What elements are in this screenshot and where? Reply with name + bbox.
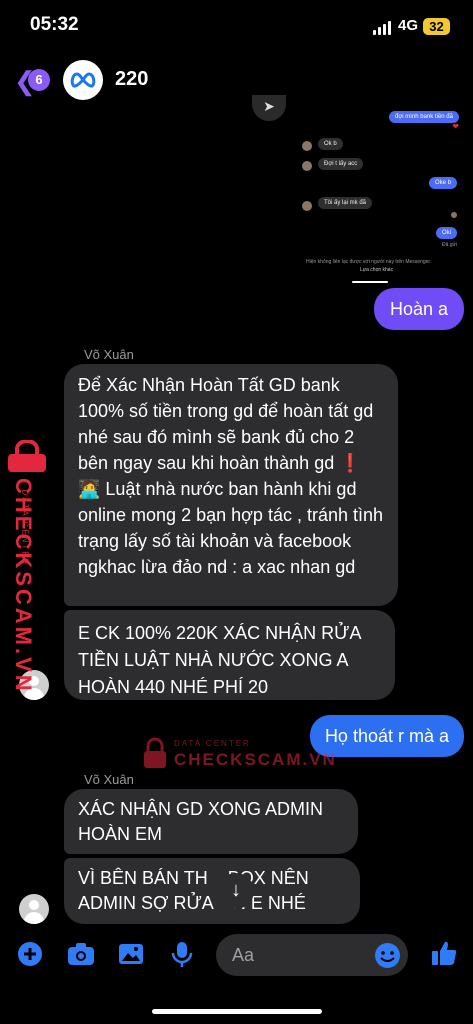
message-input[interactable]: Aa [216,934,408,976]
chat-title[interactable]: 220 [115,68,148,91]
mini-message: Oke b [428,177,457,189]
status-time: 05:32 [30,14,79,35]
scroll-to-bottom-button[interactable]: ↓ [218,873,254,909]
signal-icon [373,21,391,35]
watermark-subtitle: DATA CENTER [174,739,251,748]
sender-name: Võ Xuân [84,772,134,787]
microphone-icon [171,942,193,967]
sender-avatar[interactable] [19,894,49,924]
heart-icon: ❤ [452,122,459,131]
mini-home-bar [352,281,388,283]
watermark-brand: CHECKSCAM.VN [174,750,337,769]
like-button[interactable] [430,939,458,967]
mini-message: đợi mình bank tiền đã [389,111,459,123]
watermark-checkscam: DATA CENTER CHECKSCAM.VN [142,735,335,775]
message-bubble-incoming[interactable]: E CK 100% 220K XÁC NHẬN RỬA TIỀN LUẬT NH… [64,610,395,700]
thumbs-up-icon [432,941,457,965]
voice-button[interactable] [168,940,196,968]
mini-message: Ok b [318,138,343,150]
forward-icon: ➤ [252,95,286,121]
other-options-link: Lựa chọn khác [360,267,394,273]
back-button[interactable]: ❮ 6 [14,66,54,96]
watermark-vertical: DATA CENTER CHECKSCAM.VN [4,440,46,694]
mini-avatar [451,212,457,218]
message-input-placeholder: Aa [232,945,255,965]
mini-message: Đợi t lấy acc [318,158,364,170]
plus-circle-icon [18,942,42,966]
unread-count-badge: 6 [28,69,50,91]
network-type: 4G [398,17,419,34]
mini-message: Oki [436,227,457,239]
camera-button[interactable] [66,940,94,968]
arrow-down-icon: ↓ [231,879,241,901]
sender-name: Võ Xuân [84,347,134,362]
message-bubble-incoming[interactable]: XÁC NHẬN GD XONG ADMIN HOÀN EM [64,789,358,854]
lock-icon [8,440,46,472]
mini-message: Tôi ấy lại mk đã [318,197,373,209]
meta-logo-icon [70,72,96,88]
emoji-icon [375,943,400,968]
chat-avatar[interactable] [63,60,103,100]
unavailable-note: Hiện không liên lạc được với người này t… [306,259,432,265]
battery-indicator: 32 [423,18,450,35]
mini-avatar [302,161,312,171]
home-indicator [152,1009,322,1014]
shared-screenshot[interactable]: ➤ đợi mình bank tiền đã ❤ Ok b Đợi t lấy… [242,95,473,290]
message-bubble-outgoing[interactable]: Hoàn a [373,288,464,330]
message-bubble-incoming[interactable]: VÌ BÊN BÁN TH BOX NÊN ADMIN SỢ RỬA N E N… [64,858,360,924]
lock-icon [144,737,166,768]
message-bubble-incoming[interactable]: Để Xác Nhận Hoàn Tất GD bank 100% số tiề… [64,364,398,606]
watermark-brand: CHECKSCAM.VN [11,478,36,694]
mini-avatar [302,201,312,211]
seen-note: Đã gửi [441,242,457,248]
mini-avatar [302,141,312,151]
image-icon [119,944,143,964]
gallery-button[interactable] [117,940,145,968]
camera-icon [68,943,94,965]
add-button[interactable] [16,940,44,968]
